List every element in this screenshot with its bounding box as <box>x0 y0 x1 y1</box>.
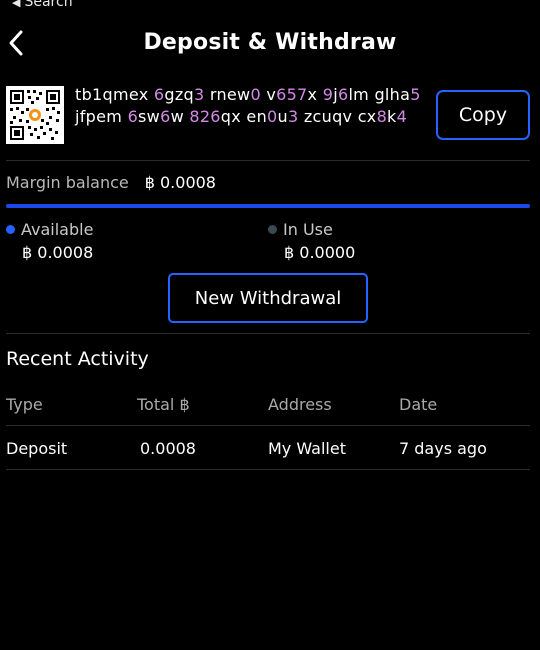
available-value: ฿ 0.0008 <box>22 243 94 262</box>
copy-address-button[interactable]: Copy <box>436 90 530 140</box>
cell-address: My Wallet <box>268 439 346 458</box>
divider <box>6 425 530 426</box>
column-header-type: Type <box>6 395 43 414</box>
available-dot-icon <box>6 225 15 234</box>
status-bar-back-label: Search <box>24 0 73 10</box>
margin-balance-label: Margin balance <box>6 173 129 192</box>
column-header-date: Date <box>399 395 438 414</box>
divider <box>6 333 530 334</box>
margin-balance-value: ฿ 0.0008 <box>144 173 216 192</box>
margin-available-fill <box>6 204 530 208</box>
page-title: Deposit & Withdraw <box>143 30 397 55</box>
in-use-label-text: In Use <box>283 220 333 239</box>
margin-balance-row: Margin balance ฿ 0.0008 <box>6 173 216 192</box>
cell-type: Deposit <box>6 439 68 458</box>
new-withdrawal-button[interactable]: New Withdrawal <box>168 273 368 323</box>
in-use-dot-icon <box>268 225 277 234</box>
cell-total: 0.0008 <box>140 439 196 458</box>
column-header-address: Address <box>268 395 332 414</box>
column-header-total: Total ฿ <box>137 395 190 414</box>
available-label: Available <box>6 220 93 239</box>
in-use-label: In Use <box>268 220 333 239</box>
available-label-text: Available <box>21 220 94 239</box>
cell-date: 7 days ago <box>399 439 487 458</box>
in-use-value: ฿ 0.0000 <box>284 243 356 262</box>
recent-activity-title: Recent Activity <box>6 348 149 370</box>
deposit-address-text: tb1qmex 6gzq3 rnew0 v657x 9j6lm glha5 jf… <box>75 85 421 126</box>
status-bar-back-link[interactable]: ◀ Search <box>12 0 73 10</box>
divider <box>6 469 530 470</box>
divider <box>6 160 530 161</box>
address-qr-code <box>6 86 64 144</box>
margin-usage-bar <box>6 204 530 208</box>
deposit-withdraw-screen: ◀ Search Deposit & Withdraw tb1qmex 6gzq… <box>0 0 540 650</box>
back-triangle-icon: ◀ <box>12 0 21 9</box>
